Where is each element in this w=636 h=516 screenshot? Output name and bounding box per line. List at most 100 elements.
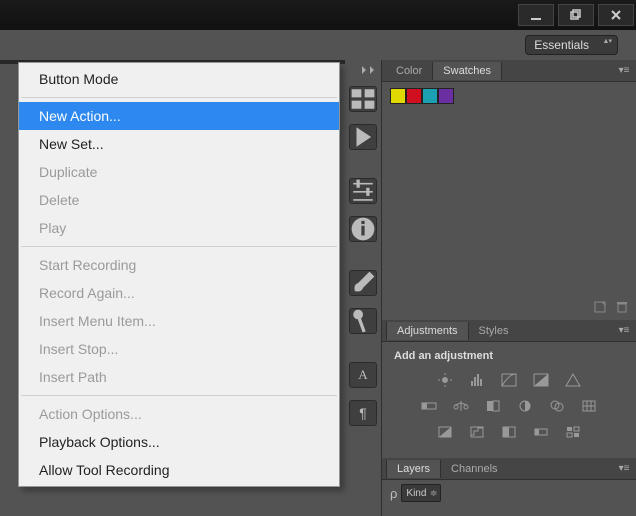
workspace-switcher[interactable]: Essentials xyxy=(525,35,618,55)
adj-levels-button[interactable] xyxy=(468,372,486,388)
menu-separator xyxy=(21,97,337,98)
channelmixer-icon xyxy=(549,399,565,413)
title-bar xyxy=(0,0,636,30)
kind-label: Kind xyxy=(406,488,426,499)
menu-new-action[interactable]: New Action... xyxy=(19,102,339,130)
properties-panel-button[interactable] xyxy=(349,178,377,204)
levels-icon xyxy=(469,373,485,387)
swatch[interactable] xyxy=(390,88,406,104)
filter-type-icon[interactable]: ρ xyxy=(390,486,397,501)
adj-invert-button[interactable] xyxy=(436,424,454,440)
threshold-icon xyxy=(501,425,517,439)
bw-icon xyxy=(485,399,501,413)
history-panel-button[interactable] xyxy=(349,86,377,112)
adj-colorbalance-button[interactable] xyxy=(452,398,470,414)
menu-separator xyxy=(21,246,337,247)
tab-adjustments[interactable]: Adjustments xyxy=(386,322,469,340)
tab-channels[interactable]: Channels xyxy=(441,460,507,478)
selectivecolor-icon xyxy=(565,425,581,439)
panel-stack: Color Swatches ▾≡ xyxy=(381,60,636,516)
adj-hue-button[interactable] xyxy=(420,398,438,414)
menu-new-set[interactable]: New Set... xyxy=(19,130,339,158)
minimize-icon xyxy=(530,9,542,21)
info-icon xyxy=(350,216,376,242)
panels-area: A ¶ Color Swatches ▾≡ xyxy=(345,60,636,516)
collapse-dock-button[interactable] xyxy=(348,66,378,74)
actions-panel-flyout-menu: Button Mode New Action... New Set... Dup… xyxy=(18,62,340,487)
minimize-button[interactable] xyxy=(518,4,554,26)
adj-selectivecolor-button[interactable] xyxy=(564,424,582,440)
adj-brightness-button[interactable] xyxy=(436,372,454,388)
menu-insert-menu-item[interactable]: Insert Menu Item... xyxy=(19,307,339,335)
menu-insert-path[interactable]: Insert Path xyxy=(19,363,339,391)
adj-channelmixer-button[interactable] xyxy=(548,398,566,414)
menu-separator xyxy=(21,395,337,396)
photofilter-icon xyxy=(517,399,533,413)
close-icon xyxy=(610,9,622,21)
paragraph-panel-button[interactable]: ¶ xyxy=(349,400,377,426)
brushpresets-panel-button[interactable] xyxy=(349,308,377,334)
layer-filter-kind-dropdown[interactable]: Kind xyxy=(401,484,441,502)
swatches-panel-menu-button[interactable]: ▾≡ xyxy=(616,63,632,79)
delete-swatch-button[interactable] xyxy=(616,301,628,316)
menu-allow-tool-recording[interactable]: Allow Tool Recording xyxy=(19,456,339,484)
adj-gradientmap-button[interactable] xyxy=(532,424,550,440)
panel-dock: A ¶ xyxy=(345,60,381,516)
maximize-button[interactable] xyxy=(558,4,594,26)
adjustments-title: Add an adjustment xyxy=(394,350,624,362)
swatch[interactable] xyxy=(438,88,454,104)
adj-photofilter-button[interactable] xyxy=(516,398,534,414)
adjustments-body: Add an adjustment xyxy=(382,342,636,458)
actions-panel-button[interactable] xyxy=(349,124,377,150)
menu-button-mode[interactable]: Button Mode xyxy=(19,65,339,93)
spoon-icon xyxy=(350,308,376,334)
menu-duplicate[interactable]: Duplicate xyxy=(19,158,339,186)
menu-insert-stop[interactable]: Insert Stop... xyxy=(19,335,339,363)
gradientmap-icon xyxy=(533,425,549,439)
tab-color[interactable]: Color xyxy=(386,62,432,80)
menu-playback-options[interactable]: Playback Options... xyxy=(19,428,339,456)
brightness-icon xyxy=(437,373,453,387)
adj-vibrance-button[interactable] xyxy=(564,372,582,388)
tab-swatches[interactable]: Swatches xyxy=(432,62,502,80)
swatches-panel: Color Swatches ▾≡ xyxy=(382,60,636,320)
menu-start-recording[interactable]: Start Recording xyxy=(19,251,339,279)
swatch[interactable] xyxy=(406,88,422,104)
swatch-row xyxy=(390,88,628,104)
swatches-body xyxy=(382,82,636,110)
invert-icon xyxy=(437,425,453,439)
swatch[interactable] xyxy=(422,88,438,104)
adj-bw-button[interactable] xyxy=(484,398,502,414)
trash-icon xyxy=(616,301,628,313)
menu-record-again[interactable]: Record Again... xyxy=(19,279,339,307)
grid-icon xyxy=(581,399,597,413)
info-panel-button[interactable] xyxy=(349,216,377,242)
hue-icon xyxy=(421,399,437,413)
layers-panel-menu-button[interactable]: ▾≡ xyxy=(616,461,632,477)
new-swatch-button[interactable] xyxy=(594,301,608,316)
curves-icon xyxy=(501,373,517,387)
brush-icon xyxy=(350,270,376,296)
tab-styles[interactable]: Styles xyxy=(469,322,519,340)
adjustments-panel: Adjustments Styles ▾≡ Add an adjustment xyxy=(382,320,636,458)
menu-delete[interactable]: Delete xyxy=(19,186,339,214)
menu-play[interactable]: Play xyxy=(19,214,339,242)
menu-action-options[interactable]: Action Options... xyxy=(19,400,339,428)
adj-exposure-button[interactable] xyxy=(532,372,550,388)
brush-panel-button[interactable] xyxy=(349,270,377,296)
close-button[interactable] xyxy=(598,4,634,26)
adj-posterize-button[interactable] xyxy=(468,424,486,440)
vibrance-icon xyxy=(565,373,581,387)
balance-icon xyxy=(453,399,469,413)
adj-threshold-button[interactable] xyxy=(500,424,518,440)
adjustments-panel-menu-button[interactable]: ▾≡ xyxy=(616,323,632,339)
restore-icon xyxy=(570,9,582,21)
play-icon xyxy=(350,124,376,150)
character-panel-button[interactable]: A xyxy=(349,362,377,388)
pilcrow-icon: ¶ xyxy=(359,405,367,421)
adj-curves-button[interactable] xyxy=(500,372,518,388)
adj-colorlookup-button[interactable] xyxy=(580,398,598,414)
swatches-panel-tabs: Color Swatches ▾≡ xyxy=(382,60,636,82)
posterize-icon xyxy=(469,425,485,439)
tab-layers[interactable]: Layers xyxy=(386,460,441,478)
